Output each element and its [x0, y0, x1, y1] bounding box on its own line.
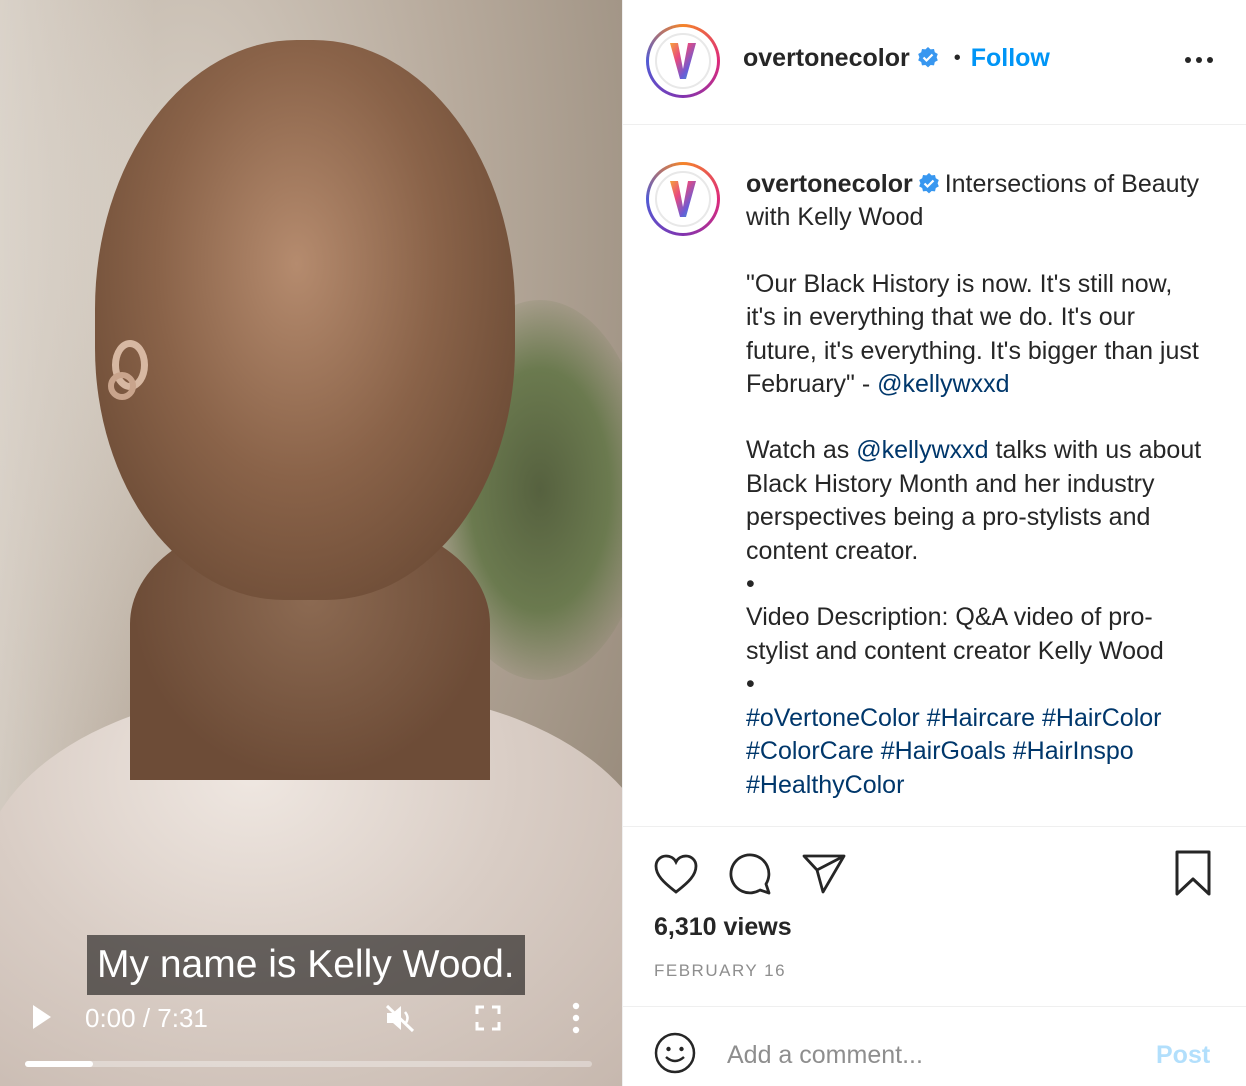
verified-badge-icon	[917, 47, 938, 68]
heart-icon[interactable]	[653, 853, 699, 895]
fullscreen-icon[interactable]	[474, 1004, 502, 1032]
video-player[interactable]: My name is Kelly Wood. 0:00 / 7:31	[0, 0, 622, 1086]
verified-badge-icon	[918, 173, 939, 194]
post-side-panel: overtonecolor • Follow overtonecolor Int…	[622, 0, 1246, 1086]
comment-input[interactable]	[727, 1035, 1127, 1075]
follow-button[interactable]: Follow	[971, 44, 1050, 73]
emoji-icon[interactable]	[653, 1031, 697, 1075]
video-progress-fill	[25, 1061, 94, 1067]
instagram-post: My name is Kelly Wood. 0:00 / 7:31 overt…	[0, 0, 1246, 1086]
v-logo-icon	[670, 43, 696, 79]
separator-dot: •	[953, 46, 961, 69]
post-actions: 6,310 views FEBRUARY 16	[623, 826, 1246, 1006]
muted-speaker-icon[interactable]	[383, 1003, 417, 1033]
caption-area: overtonecolor Intersections of Beauty wi…	[623, 126, 1246, 820]
play-icon[interactable]	[33, 1005, 51, 1029]
caption-bullet: •	[746, 670, 755, 699]
video-time: 0:00 / 7:31	[85, 1003, 208, 1033]
comment-bar: Post	[623, 1006, 1246, 1086]
avatar[interactable]	[646, 24, 720, 98]
video-controls: 0:00 / 7:31	[0, 995, 622, 1086]
caption-handle[interactable]: overtonecolor	[746, 170, 913, 198]
header-handle-row: overtonecolor • Follow	[743, 42, 1050, 74]
more-options-icon[interactable]	[1184, 50, 1214, 70]
more-options-icon[interactable]	[569, 1002, 583, 1034]
mention-link[interactable]: @kellywxxd	[877, 370, 1009, 398]
post-header: overtonecolor • Follow	[623, 0, 1246, 125]
view-count[interactable]: 6,310 views	[654, 913, 792, 942]
post-caption: overtonecolor Intersections of Beauty wi…	[746, 168, 1206, 802]
post-date: FEBRUARY 16	[654, 961, 787, 980]
comment-icon[interactable]	[727, 851, 773, 897]
bookmark-icon[interactable]	[1173, 849, 1213, 897]
v-logo-icon	[670, 181, 696, 217]
video-frame-person	[95, 40, 515, 600]
mention-link[interactable]: @kellywxxd	[856, 436, 988, 464]
post-button[interactable]: Post	[1156, 1041, 1210, 1070]
caption-watch-prefix: Watch as	[746, 436, 857, 465]
caption-avatar[interactable]	[646, 162, 720, 236]
profile-handle[interactable]: overtonecolor	[743, 44, 910, 73]
video-subtitle: My name is Kelly Wood.	[87, 935, 525, 995]
share-icon[interactable]	[801, 853, 847, 895]
brand-logo	[655, 33, 711, 89]
video-progress-bar[interactable]	[25, 1061, 592, 1067]
caption-description: Video Description: Q&A video of pro-styl…	[746, 603, 1164, 665]
caption-hashtags[interactable]: #oVertoneColor #Haircare #HairColor #Col…	[746, 704, 1168, 799]
caption-bullet: •	[746, 570, 755, 599]
brand-logo	[655, 171, 711, 227]
